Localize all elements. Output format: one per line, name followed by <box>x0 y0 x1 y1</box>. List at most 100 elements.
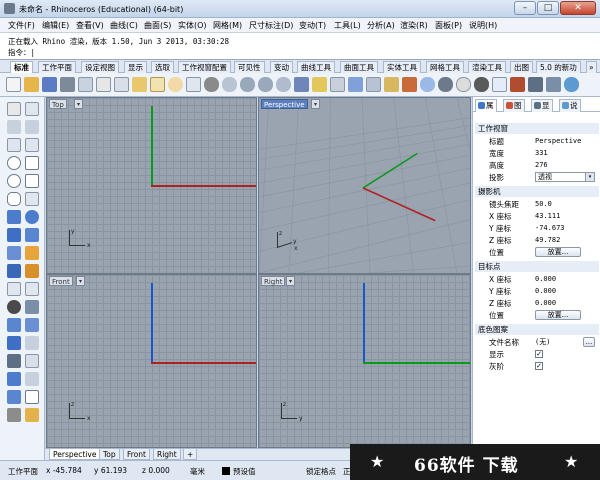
select-arrow-icon[interactable] <box>7 102 21 116</box>
camera-place-button[interactable]: 放置... <box>535 247 581 257</box>
status-layer[interactable]: 预设值 <box>233 466 256 477</box>
boolean-icon[interactable] <box>25 246 39 260</box>
target-place-button[interactable]: 放置... <box>535 310 581 320</box>
materials-icon[interactable] <box>510 77 525 92</box>
menu-view[interactable]: 查看(V) <box>76 20 104 31</box>
tab-drafting[interactable]: 出图 <box>510 61 533 73</box>
point-icon[interactable] <box>25 102 39 116</box>
vp-tab-right[interactable]: Right <box>153 449 181 460</box>
cut-icon[interactable] <box>96 77 111 92</box>
tab-surface-tools[interactable]: 曲面工具 <box>340 61 378 73</box>
viewport-perspective-label[interactable]: Perspective <box>261 99 308 109</box>
menu-curve[interactable]: 曲线(C) <box>110 20 138 31</box>
viewport-top-dropdown[interactable]: ▾ <box>74 99 83 109</box>
circle-icon[interactable] <box>7 156 21 170</box>
close-button[interactable]: ✕ <box>560 1 596 15</box>
pan-hand-icon[interactable] <box>168 77 183 92</box>
lights-tool-icon[interactable] <box>25 372 39 386</box>
tab-mesh-tools[interactable]: 网格工具 <box>426 61 464 73</box>
tab-visibility[interactable]: 可见性 <box>234 61 265 73</box>
zoom-icon[interactable] <box>222 77 237 92</box>
status-grid-snap[interactable]: 锁定格点 <box>306 466 336 477</box>
select-icon[interactable] <box>348 77 363 92</box>
panel-tab-properties[interactable]: 属 <box>475 99 497 112</box>
vp-tab-perspective[interactable]: Perspective <box>49 449 101 460</box>
text-icon[interactable] <box>7 336 21 350</box>
explode-icon[interactable] <box>25 264 39 278</box>
menu-mesh[interactable]: 网格(M) <box>213 20 242 31</box>
sphere-icon[interactable] <box>25 210 39 224</box>
properties-icon[interactable] <box>78 77 93 92</box>
save-icon[interactable] <box>42 77 57 92</box>
trim-icon[interactable] <box>7 282 21 296</box>
group-icon[interactable] <box>25 300 39 314</box>
analyze-icon[interactable] <box>7 354 21 368</box>
clipboard-icon[interactable] <box>150 77 165 92</box>
viewport-perspective-dropdown[interactable]: ▾ <box>311 99 320 109</box>
viewport-right-label[interactable]: Right <box>261 276 286 286</box>
layer-icon[interactable] <box>402 77 417 92</box>
wireframe-sphere-icon[interactable] <box>420 77 435 92</box>
rotate-view-icon[interactable] <box>204 77 219 92</box>
join-icon[interactable] <box>7 300 21 314</box>
undo-icon[interactable] <box>186 77 201 92</box>
hide-icon[interactable] <box>366 77 381 92</box>
viewport-front-dropdown[interactable]: ▾ <box>76 276 85 286</box>
command-prompt[interactable]: 指令：| <box>8 47 35 58</box>
menu-solid[interactable]: 实体(O) <box>178 20 207 31</box>
tab-select[interactable]: 选取 <box>151 61 174 73</box>
tab-display[interactable]: 显示 <box>124 61 147 73</box>
curve-icon[interactable] <box>7 138 21 152</box>
free-curve-icon[interactable] <box>25 138 39 152</box>
viewport-perspective[interactable]: Perspective ▾ z y x <box>258 97 471 274</box>
tab-render-tools[interactable]: 渲染工具 <box>468 61 506 73</box>
tab-curve-tools[interactable]: 曲线工具 <box>297 61 335 73</box>
menu-tools[interactable]: 工具(L) <box>334 20 361 31</box>
viewport-right[interactable]: Right ▾ z y <box>258 274 471 448</box>
menu-help[interactable]: 说明(H) <box>469 20 497 31</box>
array-icon[interactable] <box>25 354 39 368</box>
zoom-extents-icon[interactable] <box>258 77 273 92</box>
lights-icon[interactable] <box>492 77 507 92</box>
polygon-icon[interactable] <box>25 174 39 188</box>
show-checkbox[interactable]: ✓ <box>535 350 543 358</box>
tab-viewport-layout[interactable]: 工作视窗配置 <box>178 61 231 73</box>
tab-standard[interactable]: 标准 <box>10 61 33 73</box>
add-viewport-tab-button[interactable]: + <box>183 449 198 460</box>
check-icon[interactable] <box>25 390 39 404</box>
tab-transform[interactable]: 变动 <box>270 61 293 73</box>
vp-tab-front[interactable]: Front <box>123 449 150 460</box>
viewport-front-label[interactable]: Front <box>49 276 73 286</box>
status-cplane[interactable]: 工作平面 <box>8 466 38 477</box>
shaded-sphere-icon[interactable] <box>438 77 453 92</box>
panel-tab-help[interactable]: 说 <box>559 99 581 112</box>
menu-edit[interactable]: 编辑(E) <box>42 20 69 31</box>
box-icon[interactable] <box>7 228 21 242</box>
viewport-right-dropdown[interactable]: ▾ <box>286 276 295 286</box>
menu-panels[interactable]: 面板(P) <box>435 20 462 31</box>
copy-object-icon[interactable] <box>25 318 39 332</box>
move-icon[interactable] <box>7 318 21 332</box>
tab-cplanes[interactable]: 工作平面 <box>38 61 76 73</box>
block-icon[interactable] <box>7 390 21 404</box>
cplane-icon[interactable] <box>312 77 327 92</box>
rectangle-icon[interactable] <box>25 156 39 170</box>
menu-analyze[interactable]: 分析(A) <box>367 20 395 31</box>
paste-icon[interactable] <box>132 77 147 92</box>
render-solid-icon[interactable] <box>7 372 21 386</box>
lock-icon[interactable] <box>384 77 399 92</box>
layer-color-swatch[interactable] <box>222 467 230 475</box>
zoom-selected-icon[interactable] <box>276 77 291 92</box>
browse-file-button[interactable]: ... <box>583 337 595 347</box>
minimize-button[interactable]: – <box>514 1 536 15</box>
tab-solid-tools[interactable]: 实体工具 <box>383 61 421 73</box>
menu-dimension[interactable]: 尺寸标注(D) <box>249 20 293 31</box>
menu-render[interactable]: 渲染(R) <box>400 20 428 31</box>
vp-tab-top[interactable]: Top <box>99 449 120 460</box>
new-file-icon[interactable] <box>6 77 21 92</box>
menu-file[interactable]: 文件(F) <box>8 20 35 31</box>
tab-new-in-v5[interactable]: 5.0 的新功 <box>536 61 581 73</box>
line-icon[interactable] <box>25 120 39 134</box>
menu-transform[interactable]: 变动(T) <box>299 20 326 31</box>
grid-icon[interactable] <box>330 77 345 92</box>
